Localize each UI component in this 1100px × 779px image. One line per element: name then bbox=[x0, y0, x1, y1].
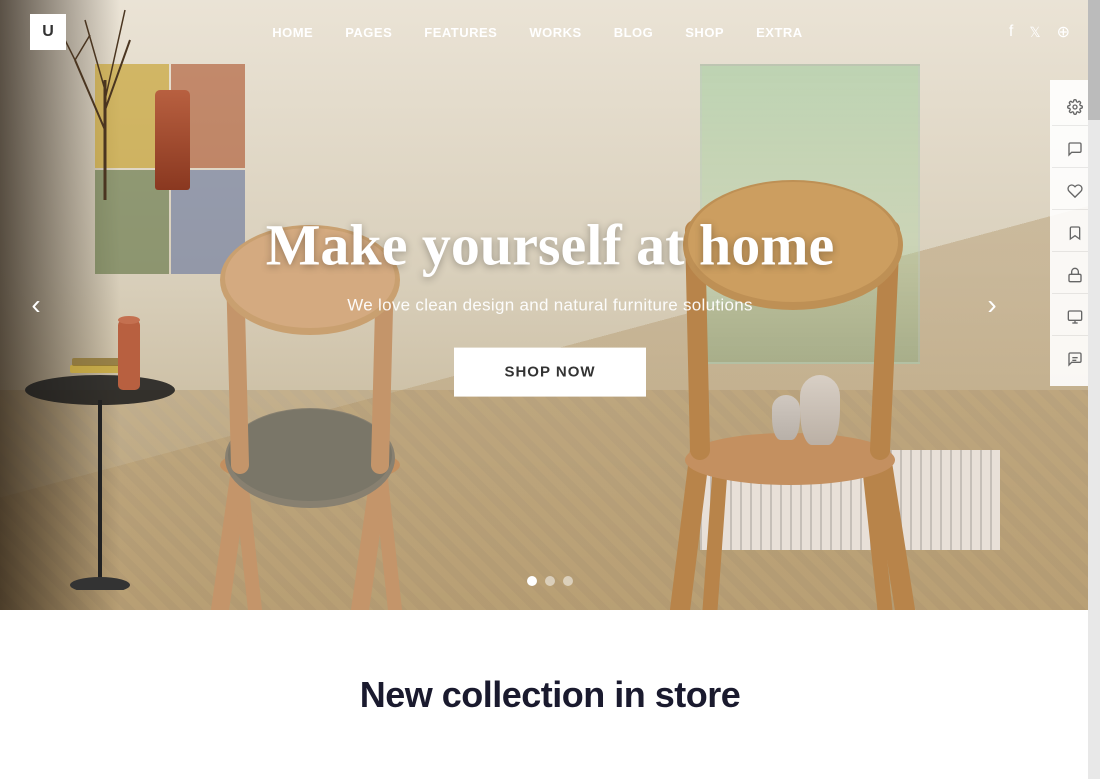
nav-features[interactable]: FEATURES bbox=[424, 25, 497, 40]
nav-extra[interactable]: EXTRA bbox=[756, 25, 803, 40]
nav-shop[interactable]: SHOP bbox=[685, 25, 724, 40]
scrollbar[interactable] bbox=[1088, 0, 1100, 779]
hero-title: Make yourself at home bbox=[200, 214, 900, 278]
slider-dots bbox=[527, 576, 573, 586]
slider-prev-button[interactable]: ‹ bbox=[18, 287, 54, 323]
slider-next-button[interactable]: › bbox=[974, 287, 1010, 323]
header-social-icons: f 𝕏 ⊕ bbox=[1009, 22, 1070, 42]
collection-title: New collection in store bbox=[360, 674, 741, 716]
dot-2[interactable] bbox=[545, 576, 555, 586]
bottom-section: New collection in store bbox=[0, 610, 1100, 779]
nav-pages[interactable]: PAGES bbox=[345, 25, 392, 40]
hero-content: Make yourself at home We love clean desi… bbox=[200, 214, 900, 397]
mug bbox=[772, 395, 800, 440]
twitter-icon[interactable]: 𝕏 bbox=[1029, 24, 1040, 41]
scrollbar-thumb[interactable] bbox=[1088, 0, 1100, 120]
vase-decoration bbox=[155, 90, 190, 190]
hero-cta-button[interactable]: Shop now bbox=[454, 347, 645, 396]
logo[interactable]: U bbox=[30, 14, 66, 50]
main-nav: HOME PAGES FEATURES WORKS BLOG SHOP EXTR… bbox=[272, 25, 802, 40]
nav-works[interactable]: WORKS bbox=[529, 25, 581, 40]
nav-home[interactable]: HOME bbox=[272, 25, 313, 40]
hero-section: U HOME PAGES FEATURES WORKS BLOG SHOP EX… bbox=[0, 0, 1100, 610]
settings-header-icon[interactable]: ⊕ bbox=[1057, 22, 1070, 42]
facebook-icon[interactable]: f bbox=[1009, 23, 1013, 41]
hero-subtitle: We love clean design and natural furnitu… bbox=[200, 295, 900, 315]
dot-3[interactable] bbox=[563, 576, 573, 586]
dot-1[interactable] bbox=[527, 576, 537, 586]
nav-blog[interactable]: BLOG bbox=[614, 25, 654, 40]
header: U HOME PAGES FEATURES WORKS BLOG SHOP EX… bbox=[0, 0, 1100, 64]
